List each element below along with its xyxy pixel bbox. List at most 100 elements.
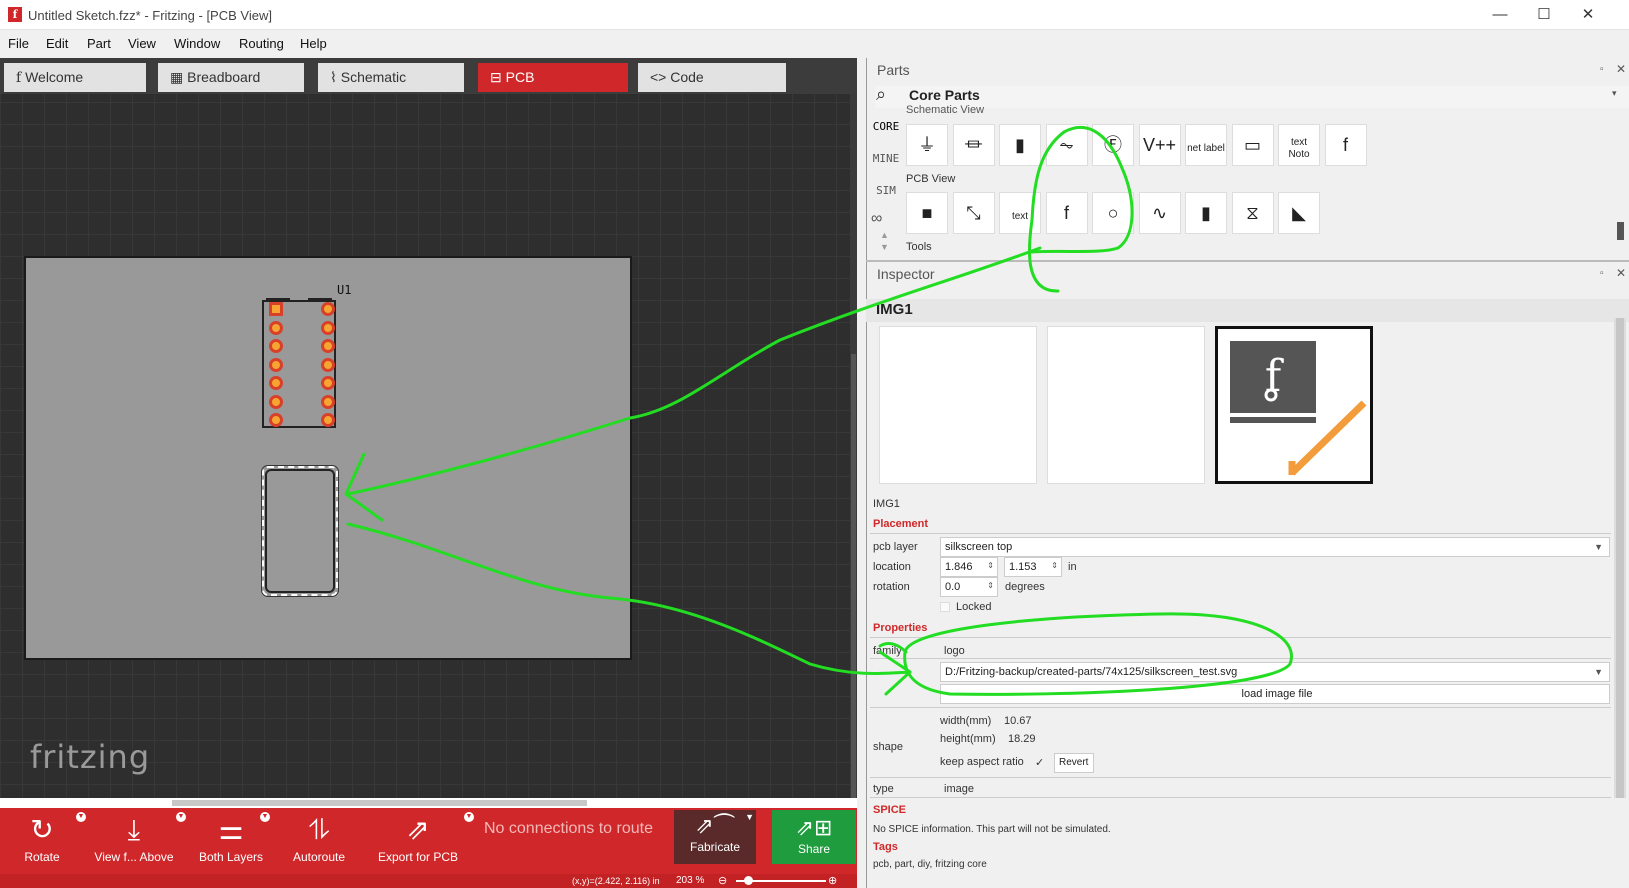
- tab-welcome[interactable]: f Welcome: [4, 63, 146, 92]
- bin-tab-core[interactable]: CORE: [868, 120, 904, 133]
- chevron-down-icon: ▼: [1594, 667, 1603, 677]
- menu-routing[interactable]: Routing: [239, 36, 284, 51]
- both-layers-button[interactable]: ⚌ Both Layers ▼: [196, 808, 270, 864]
- part-bin-item[interactable]: f: [1045, 192, 1088, 234]
- share-button[interactable]: ⇗⊞ Share: [772, 810, 856, 864]
- bin-tab-sim[interactable]: SIM: [868, 184, 904, 197]
- tab-label: Welcome: [25, 69, 84, 85]
- part-bin-item[interactable]: ⧖: [1231, 192, 1274, 234]
- part-bin-item[interactable]: V++: [1138, 124, 1181, 166]
- zoom-out-icon[interactable]: ⊖: [718, 874, 727, 887]
- pcb-pad[interactable]: [269, 394, 283, 409]
- bin-tab-mine[interactable]: MINE: [868, 152, 904, 165]
- spin-arrows-icon[interactable]: ⇕: [987, 577, 994, 595]
- pcb-pad[interactable]: [321, 320, 335, 335]
- float-icon[interactable]: ▫: [1600, 64, 1604, 75]
- part-bin-item[interactable]: ⏛: [952, 124, 995, 166]
- canvas-horizontal-scrollbar[interactable]: [0, 798, 857, 808]
- part-bin-item[interactable]: text: [999, 192, 1041, 234]
- part-bin-item[interactable]: ▮: [999, 124, 1041, 166]
- dropdown-arrow-icon[interactable]: ▼: [260, 812, 270, 822]
- pcb-pad[interactable]: [269, 357, 283, 372]
- scroll-down-icon[interactable]: ▼: [880, 242, 889, 252]
- part-icon: ⤡: [966, 203, 981, 223]
- pcb-pad[interactable]: [269, 376, 283, 390]
- part-bin-item[interactable]: ○: [1092, 192, 1134, 234]
- part-label-u1[interactable]: U1: [337, 283, 351, 297]
- dropdown-arrow-icon[interactable]: ▼: [76, 812, 86, 822]
- part-bin-item[interactable]: ◣: [1278, 192, 1320, 234]
- spin-arrows-icon[interactable]: ⇕: [987, 557, 994, 575]
- silkscreen-image-part[interactable]: [261, 465, 339, 597]
- load-image-file-button[interactable]: load image file: [940, 684, 1610, 704]
- rotate-button[interactable]: ↻ Rotate ▼: [14, 808, 86, 864]
- scroll-up-icon[interactable]: ▲: [880, 230, 889, 240]
- export-for-pcb-button[interactable]: ⇗ Export for PCB ▼: [376, 808, 474, 864]
- arduino-bin-icon[interactable]: ∞: [871, 210, 882, 228]
- part-bin-item[interactable]: ■: [906, 192, 948, 234]
- tab-code[interactable]: <> Code: [638, 63, 786, 92]
- menu-help[interactable]: Help: [300, 36, 327, 51]
- zoom-in-icon[interactable]: ⊕: [828, 874, 837, 887]
- location-x-spinbox[interactable]: 1.846 ⇕: [940, 557, 998, 577]
- pcb-pad[interactable]: [269, 413, 283, 427]
- zoom-slider-handle[interactable]: [744, 876, 753, 885]
- locked-checkbox[interactable]: [940, 602, 950, 612]
- canvas-vertical-scrollbar[interactable]: [850, 94, 857, 814]
- close-panel-icon[interactable]: ✕: [1616, 62, 1626, 76]
- menu-view[interactable]: View: [128, 36, 156, 51]
- bin-menu-icon[interactable]: ▾: [1612, 88, 1617, 99]
- part-bin-item[interactable]: ⏚: [906, 124, 948, 166]
- pcb-pad[interactable]: [321, 376, 335, 390]
- part-bin-item[interactable]: net label: [1185, 124, 1227, 166]
- menu-window[interactable]: Window: [174, 36, 220, 51]
- menu-edit[interactable]: Edit: [46, 36, 68, 51]
- close-panel-icon[interactable]: ✕: [1616, 266, 1626, 280]
- location-y-spinbox[interactable]: 1.153 ⇕: [1004, 557, 1062, 577]
- tab-schematic[interactable]: ⌇ Schematic: [318, 63, 464, 92]
- dropdown-arrow-icon[interactable]: ▼: [745, 812, 754, 822]
- part-bin-item[interactable]: ⏦: [1045, 124, 1088, 166]
- pcb-layer-select[interactable]: silkscreen top ▼: [940, 537, 1610, 557]
- part-bin-item[interactable]: Ⓕ: [1092, 124, 1134, 166]
- minimize-button[interactable]: —: [1478, 4, 1522, 26]
- view-from-above-button[interactable]: ⤓ View f... Above ▼: [90, 808, 186, 864]
- pcb-pad[interactable]: [321, 357, 335, 372]
- rotation-spinbox[interactable]: 0.0 ⇕: [940, 577, 998, 597]
- keep-aspect-checkbox[interactable]: ✓: [1035, 756, 1044, 769]
- float-icon[interactable]: ▫: [1600, 268, 1604, 279]
- revert-button[interactable]: Revert: [1054, 753, 1094, 773]
- part-bin-item[interactable]: ▮: [1185, 192, 1227, 234]
- dropdown-arrow-icon[interactable]: ▼: [464, 812, 474, 822]
- search-icon[interactable]: ⌕: [876, 84, 886, 105]
- fabricate-button[interactable]: ⇗⏜ Fabricate ▼: [674, 810, 756, 864]
- both-layers-label: Both Layers: [198, 850, 264, 864]
- part-bin-item[interactable]: ▭: [1231, 124, 1274, 166]
- tab-pcb[interactable]: ⊟ PCB: [478, 63, 628, 92]
- dock-splitter[interactable]: [866, 260, 1629, 262]
- pcb-pad[interactable]: [269, 320, 283, 335]
- parts-scrollbar[interactable]: [1617, 222, 1624, 240]
- menu-file[interactable]: File: [8, 36, 29, 51]
- dropdown-arrow-icon[interactable]: ▼: [176, 812, 186, 822]
- inspector-scrollbar[interactable]: [1614, 318, 1626, 798]
- autoroute-button[interactable]: ⥮ Autoroute: [288, 808, 350, 864]
- menu-part[interactable]: Part: [87, 36, 111, 51]
- tab-breadboard[interactable]: ▦ Breadboard: [158, 63, 304, 92]
- pcb-pad[interactable]: [269, 302, 283, 316]
- height-value[interactable]: 18.29: [1008, 733, 1036, 745]
- part-bin-item[interactable]: ⤡: [952, 192, 995, 234]
- part-bin-item[interactable]: f: [1324, 124, 1367, 166]
- pcb-pad[interactable]: [321, 413, 335, 427]
- spin-arrows-icon[interactable]: ⇕: [1051, 557, 1058, 575]
- image-file-select[interactable]: D:/Fritzing-backup/created-parts/74x125/…: [940, 662, 1610, 682]
- part-bin-item[interactable]: text Noto: [1278, 124, 1320, 166]
- pcb-pad[interactable]: [321, 394, 335, 409]
- pcb-pad[interactable]: [269, 339, 283, 353]
- width-value[interactable]: 10.67: [1004, 715, 1032, 727]
- maximize-button[interactable]: ☐: [1522, 4, 1566, 26]
- pcb-pad[interactable]: [321, 302, 335, 316]
- pcb-pad[interactable]: [321, 339, 335, 353]
- part-bin-item[interactable]: ∿: [1138, 192, 1181, 234]
- close-button[interactable]: ✕: [1566, 4, 1610, 26]
